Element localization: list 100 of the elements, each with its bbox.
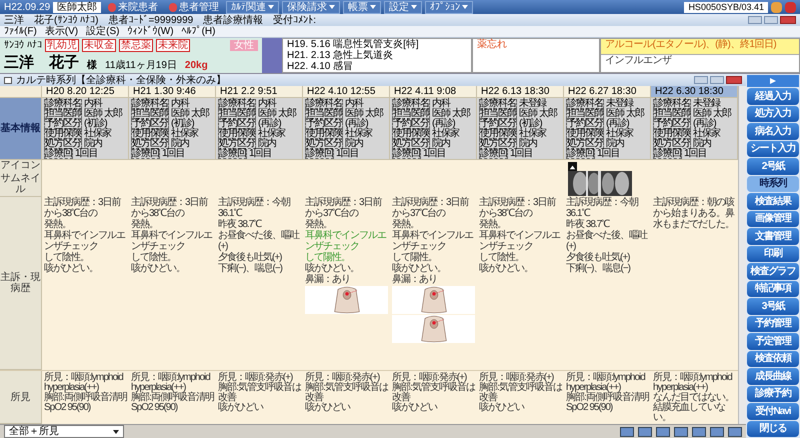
- sidebar-button[interactable]: 受付Navi: [747, 403, 799, 420]
- info-label: 使用保険: [653, 129, 691, 139]
- sidebar-button[interactable]: 予約管理: [747, 316, 799, 332]
- finding-text: なんだ目ではない。: [653, 393, 735, 403]
- info-value: 1回目: [684, 149, 707, 159]
- visit-date-header[interactable]: H22 6.30 18:30: [651, 86, 738, 98]
- toolbar-icon[interactable]: [620, 426, 634, 436]
- toolbar-icon[interactable]: [656, 426, 670, 436]
- toolbar-menu[interactable]: 帳票: [343, 0, 382, 14]
- info-value: 1回目: [162, 149, 185, 159]
- finding-text: 咳がひどい: [218, 403, 264, 413]
- info-value: (再診): [345, 119, 368, 129]
- user-field[interactable]: 医師太郎: [53, 2, 102, 12]
- info-label: 担当医師: [566, 109, 604, 119]
- info-value: (初診): [171, 119, 194, 129]
- info-label: 診療科名: [131, 99, 169, 109]
- sidebar-button[interactable]: 検査グラフ: [747, 263, 799, 280]
- history-text: して陰性。: [479, 252, 525, 263]
- toolbar-menu[interactable]: ｵﾌﾟｼｮﾝ: [425, 0, 474, 14]
- history-text: 主訴現病歴：朝の咳から始まりある。鼻水もまだでだした。: [653, 197, 736, 230]
- menu-item[interactable]: ﾌｧｲﾙ(F): [4, 26, 37, 37]
- toolbar-icon[interactable]: [710, 426, 724, 436]
- close-button[interactable]: [726, 76, 742, 84]
- patient-tag: 禁忌薬: [118, 39, 153, 52]
- info-label: 診療回: [131, 149, 160, 159]
- toolbar-menu[interactable]: 保険請求: [282, 0, 340, 14]
- minimize-button[interactable]: [748, 16, 762, 24]
- toolbar-icon[interactable]: [638, 426, 652, 436]
- version-label: HS0050SYB/03.41: [684, 2, 768, 12]
- info-value: 1回目: [423, 149, 446, 159]
- toolbar-icon[interactable]: [728, 426, 742, 436]
- toolbar-menu[interactable]: ｶﾙﾃ関連: [226, 0, 280, 14]
- history-text: 耳鼻科でインフルエンザチェック: [479, 230, 562, 252]
- close-button[interactable]: [785, 2, 796, 12]
- info-label: 処方区分: [44, 139, 82, 149]
- sidebar-button[interactable]: 検査結果: [747, 193, 799, 210]
- close-button[interactable]: [780, 16, 796, 24]
- finding-text: 所見：咽頭:発赤(+): [305, 373, 380, 383]
- menu-item[interactable]: 表示(V): [44, 26, 78, 37]
- info-value: 院内: [693, 139, 711, 149]
- sidebar-button[interactable]: 処方入力: [747, 106, 799, 122]
- history-text: 主訴現病歴：3日前から38℃台の: [479, 197, 557, 219]
- visit-date-header[interactable]: H20 8.20 12:25: [42, 86, 129, 98]
- info-value: 内科: [432, 99, 450, 109]
- minimize-button[interactable]: [694, 76, 708, 84]
- scrollbar[interactable]: [738, 86, 746, 424]
- toolbar-icon[interactable]: [692, 426, 706, 436]
- history-item: H21. 2.13 急性上気道炎: [287, 50, 394, 61]
- visit-date-header[interactable]: H22 4.11 9:08: [390, 86, 477, 98]
- sidebar-button[interactable]: 診療予約: [747, 386, 799, 402]
- info-value: 医師 太郎: [258, 109, 296, 119]
- sidebar-button[interactable]: 2号紙: [747, 158, 799, 174]
- visit-date-header[interactable]: H22 6.27 18:30: [564, 86, 651, 98]
- visit-date-header[interactable]: H22 6.13 18:30: [477, 86, 564, 98]
- view-select[interactable]: 全部＋所見: [4, 425, 124, 438]
- menu-item[interactable]: 設定(S): [86, 26, 120, 37]
- visit-date-header[interactable]: H21 2.2 9:51: [216, 86, 303, 98]
- sidebar-button[interactable]: 3号紙: [747, 298, 799, 314]
- finding-text: 咳がひどい: [305, 403, 352, 413]
- date-label: H22.09.29: [4, 2, 50, 12]
- sidebar-button[interactable]: 病名入力: [747, 123, 799, 140]
- row-label: アイコン: [0, 160, 42, 172]
- forward-button[interactable]: [747, 75, 799, 87]
- history-text: 下痢(−)、喘息(−): [218, 263, 284, 274]
- visit-date-header[interactable]: H21 1.30 9:46: [129, 86, 216, 98]
- info-value: 1回目: [597, 149, 620, 159]
- sidebar-button[interactable]: 特記事項: [747, 280, 799, 297]
- info-label: 使用保険: [392, 129, 430, 139]
- history-text: 咳がひどい。: [44, 263, 99, 274]
- sidebar-button[interactable]: 閉じる: [747, 420, 799, 437]
- visit-date-header[interactable]: H22 4.10 12:55: [303, 86, 390, 98]
- sidebar-button[interactable]: 予定管理: [747, 333, 799, 350]
- finding-text: 所見：咽頭:発赤(+): [479, 373, 554, 383]
- toolbar-button[interactable]: 来院患者: [104, 2, 162, 12]
- info-value: 社保家: [345, 129, 372, 139]
- menu-item[interactable]: ｳｨﾝﾄﾞｳ(W): [127, 26, 174, 37]
- info-label: 担当医師: [479, 109, 517, 119]
- row-label: 所見: [0, 371, 42, 424]
- sidebar-button[interactable]: 画像管理: [747, 210, 799, 227]
- maximize-button[interactable]: [710, 76, 724, 84]
- info-value: 社保家: [258, 129, 285, 139]
- sidebar-button[interactable]: 経過入力: [747, 88, 799, 104]
- toolbar-menu[interactable]: 設定: [384, 0, 422, 14]
- kana-name: ｻﾝﾖｳ ﾊﾅｺ: [4, 40, 42, 51]
- toolbar-button[interactable]: 患者管理: [165, 2, 224, 12]
- caret-icon: [462, 5, 468, 9]
- sidebar-button[interactable]: 印刷: [747, 246, 799, 262]
- sidebar-button[interactable]: シート入力: [747, 140, 799, 157]
- finding-text: SpO2 95(90): [566, 403, 614, 413]
- caret-icon: [268, 5, 274, 9]
- sidebar-button[interactable]: 検査依頼: [747, 350, 799, 367]
- sidebar-button[interactable]: 時系列: [747, 176, 799, 192]
- sidebar-button[interactable]: 成長曲線: [747, 368, 799, 384]
- maximize-button[interactable]: [764, 16, 778, 24]
- caret-icon: [113, 430, 119, 434]
- menu-item[interactable]: ﾍﾙﾌﾟ(H): [182, 26, 216, 37]
- info-value: 未登録: [606, 99, 633, 109]
- history-item: H19. 5.16 喘息性気管支炎[特]: [287, 39, 420, 50]
- sidebar-button[interactable]: 文書管理: [747, 228, 799, 244]
- toolbar-icon[interactable]: [674, 426, 688, 436]
